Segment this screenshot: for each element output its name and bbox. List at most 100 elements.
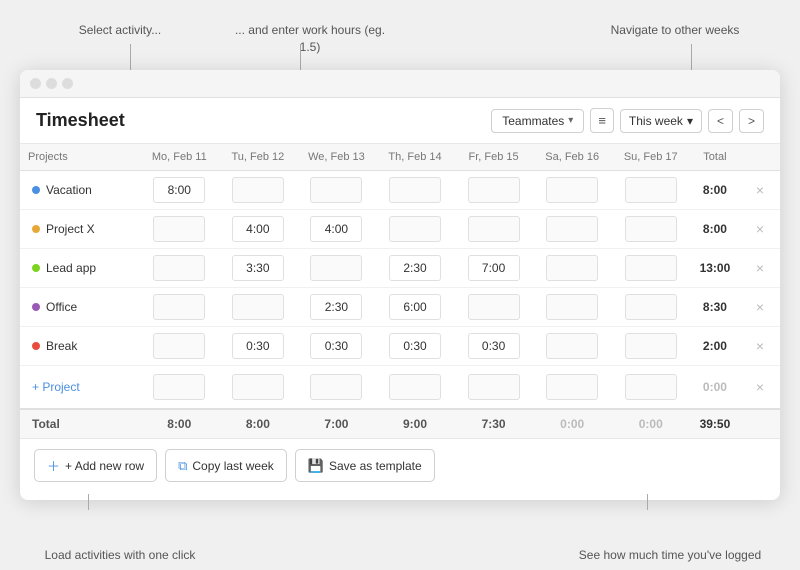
time-input[interactable] <box>468 374 520 400</box>
day-cell <box>297 171 376 210</box>
col-sun: Su, Feb 17 <box>611 144 690 171</box>
day-cell <box>140 171 219 210</box>
time-input[interactable] <box>625 255 677 281</box>
time-input[interactable] <box>389 294 441 320</box>
time-input[interactable] <box>310 216 362 242</box>
time-input[interactable] <box>153 255 205 281</box>
time-input[interactable] <box>546 333 598 359</box>
time-input[interactable] <box>153 374 205 400</box>
annotation-logged-time: See how much time you've logged <box>570 548 770 562</box>
time-input[interactable] <box>625 216 677 242</box>
next-week-button[interactable]: > <box>739 109 764 133</box>
day-cell <box>297 210 376 249</box>
col-projects: Projects <box>20 144 140 171</box>
chevron-down-icon: ▾ <box>568 115 573 126</box>
time-input[interactable] <box>153 333 205 359</box>
page-title: Timesheet <box>36 110 125 131</box>
totals-row: Total 8:00 8:00 7:00 9:00 7:30 0:00 0:00… <box>20 409 780 438</box>
total-wed: 7:00 <box>297 409 376 438</box>
time-input[interactable] <box>468 255 520 281</box>
total-sat: 0:00 <box>533 409 612 438</box>
time-input[interactable] <box>468 294 520 320</box>
plus-icon: ＋ <box>47 456 60 475</box>
day-cell <box>454 327 533 366</box>
time-input[interactable] <box>389 216 441 242</box>
time-input[interactable] <box>153 294 205 320</box>
project-name-cell: Break <box>20 327 140 366</box>
row-total: 8:00 <box>690 171 740 210</box>
table-row: Office8:30× <box>20 288 780 327</box>
time-input[interactable] <box>625 294 677 320</box>
remove-project-button[interactable]: × <box>752 377 768 397</box>
time-input[interactable] <box>310 177 362 203</box>
time-input[interactable] <box>310 374 362 400</box>
day-cell <box>533 288 612 327</box>
time-input[interactable] <box>389 255 441 281</box>
project-color-dot <box>32 186 40 194</box>
day-cell <box>611 249 690 288</box>
time-input[interactable] <box>468 177 520 203</box>
save-template-button[interactable]: 💾 Save as template <box>295 449 435 482</box>
time-input[interactable] <box>232 177 284 203</box>
day-cell <box>533 249 612 288</box>
time-input[interactable] <box>232 333 284 359</box>
time-input[interactable] <box>389 177 441 203</box>
time-input[interactable] <box>625 333 677 359</box>
traffic-lights <box>30 78 73 89</box>
time-input[interactable] <box>153 216 205 242</box>
time-input[interactable] <box>389 374 441 400</box>
day-cell <box>376 288 455 327</box>
time-input[interactable] <box>153 177 205 203</box>
time-input[interactable] <box>625 177 677 203</box>
project-label: Lead app <box>46 261 96 275</box>
time-input[interactable] <box>232 216 284 242</box>
time-input[interactable] <box>468 216 520 242</box>
time-input[interactable] <box>232 294 284 320</box>
time-input[interactable] <box>389 333 441 359</box>
time-input[interactable] <box>310 333 362 359</box>
app-header: Timesheet Teammates ▾ ≡ This week ▾ < > <box>20 98 780 144</box>
table-header-row: Projects Mo, Feb 11 Tu, Feb 12 We, Feb 1… <box>20 144 780 171</box>
remove-row-button[interactable]: × <box>752 258 768 278</box>
table-row: Project X8:00× <box>20 210 780 249</box>
teammates-button[interactable]: Teammates ▾ <box>491 109 584 133</box>
traffic-light-close <box>30 78 41 89</box>
annotation-navigate-weeks: Navigate to other weeks <box>600 22 750 39</box>
time-input[interactable] <box>468 333 520 359</box>
copy-last-week-button[interactable]: ⧉ Copy last week <box>165 449 287 482</box>
time-input[interactable] <box>546 216 598 242</box>
remove-row-button[interactable]: × <box>752 297 768 317</box>
timesheet-window: Timesheet Teammates ▾ ≡ This week ▾ < > … <box>20 70 780 500</box>
add-new-row-button[interactable]: ＋ + Add new row <box>34 449 157 482</box>
time-input[interactable] <box>310 294 362 320</box>
remove-row-button[interactable]: × <box>752 180 768 200</box>
prev-week-button[interactable]: < <box>708 109 733 133</box>
save-icon: 💾 <box>308 458 324 474</box>
remove-row-button[interactable]: × <box>752 219 768 239</box>
day-cell <box>611 288 690 327</box>
time-input[interactable] <box>546 374 598 400</box>
time-input[interactable] <box>310 255 362 281</box>
time-input[interactable] <box>546 294 598 320</box>
add-project-link[interactable]: + Project <box>32 380 128 394</box>
save-label: Save as template <box>329 459 422 473</box>
remove-cell: × <box>740 288 780 327</box>
time-input[interactable] <box>232 255 284 281</box>
day-cell <box>219 249 298 288</box>
day-cell <box>454 288 533 327</box>
time-input[interactable] <box>625 374 677 400</box>
timesheet-table: Projects Mo, Feb 11 Tu, Feb 12 We, Feb 1… <box>20 144 780 438</box>
time-input[interactable] <box>546 255 598 281</box>
day-cell <box>219 171 298 210</box>
list-icon: ≡ <box>598 113 606 128</box>
list-view-button[interactable]: ≡ <box>590 108 614 133</box>
time-input[interactable] <box>232 374 284 400</box>
day-cell <box>454 210 533 249</box>
day-cell <box>219 288 298 327</box>
week-selector-button[interactable]: This week ▾ <box>620 109 702 133</box>
remove-row-button[interactable]: × <box>752 336 768 356</box>
project-name-cell: Lead app <box>20 249 140 288</box>
day-cell <box>376 249 455 288</box>
total-tue: 8:00 <box>219 409 298 438</box>
time-input[interactable] <box>546 177 598 203</box>
